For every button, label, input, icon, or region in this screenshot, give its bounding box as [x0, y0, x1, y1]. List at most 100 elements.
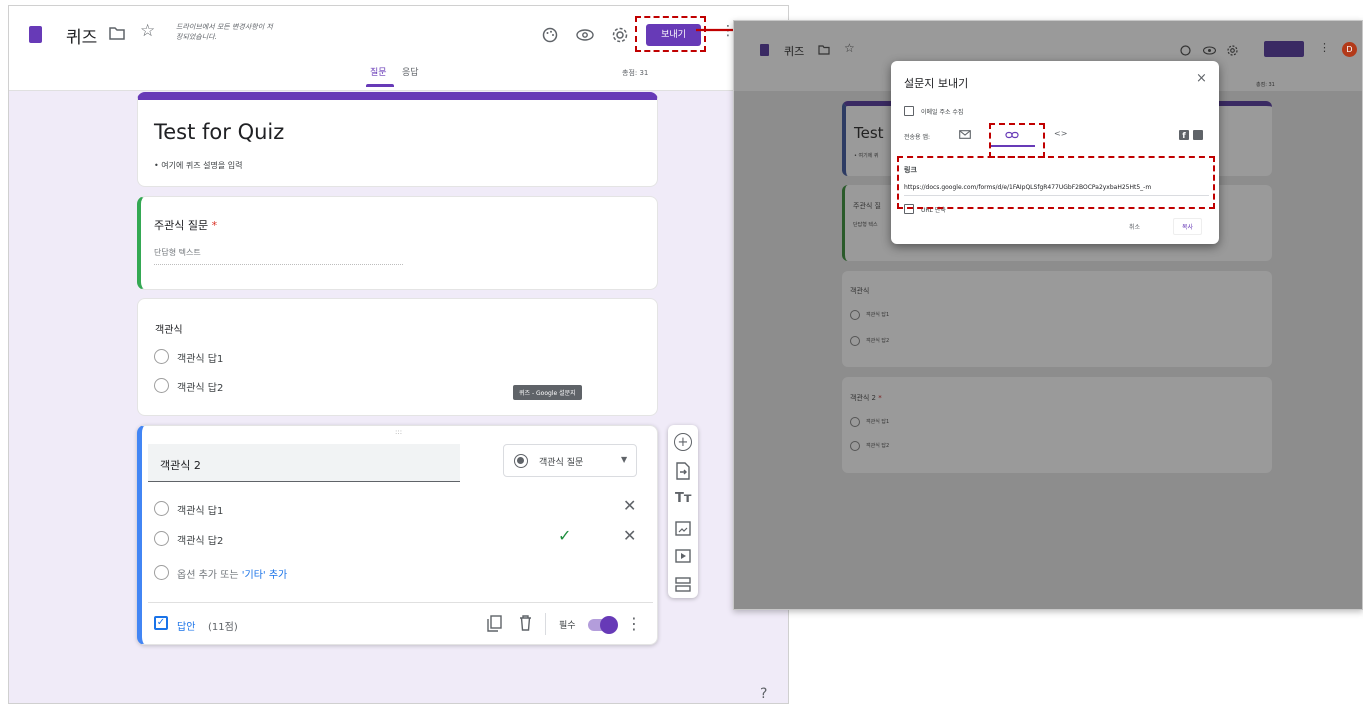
- radio-option-1[interactable]: [154, 501, 169, 516]
- tab-questions[interactable]: 질문: [370, 65, 387, 78]
- option-label-2: 객관식 답2: [866, 443, 890, 449]
- question-title: 주관식 질: [853, 202, 881, 210]
- star-icon[interactable]: ☆: [140, 21, 155, 41]
- more-vert-icon: ⋮: [1319, 41, 1330, 54]
- add-section-icon[interactable]: [675, 577, 691, 592]
- folder-icon[interactable]: [109, 26, 125, 40]
- option-label-2[interactable]: 객관식 답2: [177, 532, 223, 547]
- question-title: 객관식: [850, 287, 870, 295]
- delete-trash-icon[interactable]: [519, 615, 532, 631]
- short-answer-placeholder: 단답형 텍스트: [154, 247, 403, 265]
- divider-vertical: [545, 613, 546, 635]
- duplicate-icon[interactable]: [487, 615, 502, 632]
- points-label: (11점): [208, 622, 238, 633]
- send-button-dimmed: [1264, 41, 1304, 57]
- radio-add-option: [154, 565, 169, 580]
- radio-option-2: [850, 336, 860, 346]
- form-description: • 여기에 퀴: [854, 153, 879, 159]
- form-name: 퀴즈: [784, 45, 805, 58]
- question-title: 객관식: [155, 325, 183, 336]
- tab-responses[interactable]: 응답: [402, 65, 419, 78]
- required-label: 필수: [559, 621, 576, 631]
- save-status: 드라이브에서 모든 변경사항이 저장되었습니다.: [176, 23, 273, 41]
- link-url-highlight: [897, 156, 1215, 209]
- question-card-short-answer[interactable]: 주관식 질문 * 단답형 텍스트: [137, 196, 658, 290]
- link-tab-highlight: [989, 123, 1045, 158]
- avatar: D: [1342, 42, 1357, 57]
- palette-icon[interactable]: [542, 27, 558, 43]
- question-type-label: 객관식 질문: [539, 458, 584, 468]
- close-icon[interactable]: ×: [1196, 71, 1207, 86]
- import-questions-icon[interactable]: [675, 462, 691, 480]
- option-label-1: 객관식 답1: [866, 419, 890, 425]
- add-option-link[interactable]: 옵션 추가 또는: [177, 570, 239, 581]
- facebook-icon[interactable]: f: [1179, 130, 1189, 140]
- cancel-button[interactable]: 취소: [1129, 222, 1140, 231]
- divider: [148, 602, 653, 603]
- option-label-1[interactable]: 객관식 답1: [177, 502, 223, 517]
- forms-doc-icon: [760, 44, 769, 56]
- radio-option-1: [850, 417, 860, 427]
- radio-option-2[interactable]: [154, 531, 169, 546]
- question-title: 객관식 2 *: [850, 393, 882, 403]
- question-title-text: 객관식 2: [850, 394, 876, 402]
- email-tab-icon[interactable]: [959, 130, 971, 139]
- toggle-knob: [600, 616, 618, 634]
- required-mark: *: [211, 219, 218, 232]
- add-other-link[interactable]: '기타' 추가: [242, 570, 287, 581]
- question-card-active[interactable]: ::: 객관식 2 객관식 질문 ▼ 객관식 답1 ✕ 객관식 답2 ✓ ✕ 옵…: [137, 425, 658, 645]
- send-dialog-screenshot: 퀴즈 ☆ ⋮ D 총점: 31 Test • 여기에 퀴 주관식 질 단답형 텍…: [733, 20, 1363, 610]
- form-title[interactable]: Test for Quiz: [154, 120, 284, 144]
- add-question-icon[interactable]: +: [674, 433, 692, 451]
- add-video-icon[interactable]: [675, 549, 691, 563]
- option-label-2: 객관식 답2: [177, 383, 224, 394]
- dialog-title: 설문지 보내기: [904, 77, 969, 90]
- drag-handle-icon[interactable]: :::: [395, 428, 402, 436]
- send-form-dialog: 설문지 보내기 × 이메일 주소 수집 전송용 앱: <> f 링크 https…: [891, 61, 1219, 244]
- star-icon: ☆: [844, 41, 855, 55]
- preview-eye-icon[interactable]: [576, 29, 594, 41]
- form-description[interactable]: • 여기에 퀴즈 설명을 입력: [154, 160, 243, 171]
- embed-tab-icon[interactable]: <>: [1054, 129, 1067, 138]
- radio-option-1: [850, 310, 860, 320]
- forms-doc-icon[interactable]: [29, 26, 42, 43]
- twitter-icon[interactable]: [1193, 130, 1203, 140]
- remove-option-2-icon[interactable]: ✕: [623, 526, 636, 545]
- settings-gear-icon: [1227, 45, 1238, 56]
- radio-option-1[interactable]: [154, 349, 169, 364]
- required-mark: *: [878, 394, 882, 402]
- question-card-multiple-choice: 객관식 객관식 답1 객관식 답2: [842, 271, 1272, 367]
- palette-icon: [1180, 45, 1191, 56]
- form-title: Test: [854, 124, 884, 142]
- settings-gear-icon[interactable]: [612, 27, 628, 43]
- question-title-input[interactable]: 객관식 2: [148, 444, 460, 482]
- add-image-icon[interactable]: [675, 521, 691, 536]
- question-title: 주관식 질문 *: [154, 217, 217, 233]
- question-card-multiple-choice[interactable]: 객관식 객관식 답1 객관식 답2 퀴즈 - Google 설문지: [137, 298, 658, 416]
- tooltip: 퀴즈 - Google 설문지: [513, 385, 582, 400]
- option-label-1: 객관식 답1: [866, 312, 890, 318]
- question-more-icon[interactable]: ⋮: [626, 614, 642, 633]
- option-label-2: 객관식 답2: [866, 338, 890, 344]
- answer-key-icon[interactable]: ✓: [154, 616, 168, 630]
- add-title-icon[interactable]: Tт: [675, 491, 691, 506]
- folder-icon: [818, 45, 830, 55]
- total-score: 총점: 31: [1256, 82, 1275, 88]
- collect-email-checkbox[interactable]: [904, 106, 914, 116]
- copy-button[interactable]: 복사: [1173, 218, 1203, 235]
- form-name[interactable]: 퀴즈: [66, 23, 97, 48]
- preview-eye-icon: [1203, 46, 1216, 55]
- radio-option-2[interactable]: [154, 378, 169, 393]
- question-title-text: 주관식 질문: [154, 219, 209, 232]
- answer-key-link[interactable]: 답안: [177, 618, 195, 633]
- correct-check-icon[interactable]: ✓: [558, 526, 571, 545]
- help-icon[interactable]: ?: [760, 686, 767, 702]
- required-toggle[interactable]: [588, 616, 618, 634]
- question-type-select[interactable]: 객관식 질문 ▼: [503, 444, 637, 477]
- remove-option-1-icon[interactable]: ✕: [623, 496, 636, 515]
- radio-option-2: [850, 441, 860, 451]
- forms-editor-window: 퀴즈 ☆ 드라이브에서 모든 변경사항이 저장되었습니다. 보내기 ⋮ 질문 응…: [8, 5, 789, 704]
- dropdown-arrow-icon: ▼: [621, 455, 628, 464]
- collect-email-label: 이메일 주소 수집: [921, 109, 964, 116]
- floating-toolbar: + Tт: [668, 425, 698, 598]
